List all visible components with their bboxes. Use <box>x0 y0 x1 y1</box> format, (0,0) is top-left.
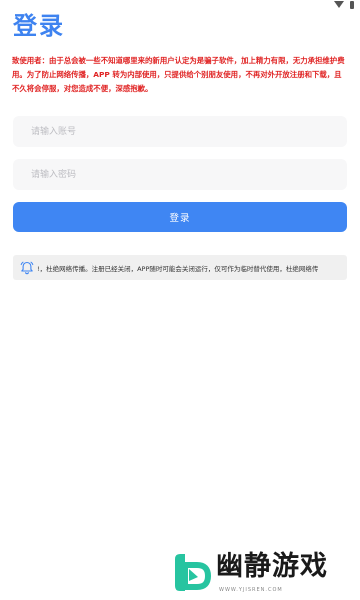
announcement-text: !，杜绝网络传播。注册已经关闭，APP随时可能会关闭运行，仅可作为临时替代使用，… <box>37 264 319 273</box>
watermark-brand: 幽静游戏 <box>216 551 328 582</box>
notice-text: 致使用者：由于总会被一些不知道哪里来的新用户认定为是骗子软件，加上精力有限，无力… <box>12 56 345 93</box>
status-bar <box>334 0 354 10</box>
watermark-logo-icon <box>175 554 211 591</box>
account-input[interactable] <box>13 116 347 147</box>
battery-icon <box>350 1 354 9</box>
announcement-bar: !，杜绝网络传播。注册已经关闭，APP随时可能会关闭运行，仅可作为临时替代使用，… <box>13 255 347 280</box>
watermark-url: WWW.YJISREN.COM <box>219 587 283 593</box>
bell-icon <box>20 261 34 274</box>
password-input[interactable] <box>13 159 347 190</box>
watermark: 幽静游戏 WWW.YJISREN.COM <box>171 548 351 598</box>
page-title: 登录 <box>13 12 65 40</box>
signal-icon <box>334 1 344 8</box>
login-button[interactable]: 登录 <box>13 202 347 232</box>
